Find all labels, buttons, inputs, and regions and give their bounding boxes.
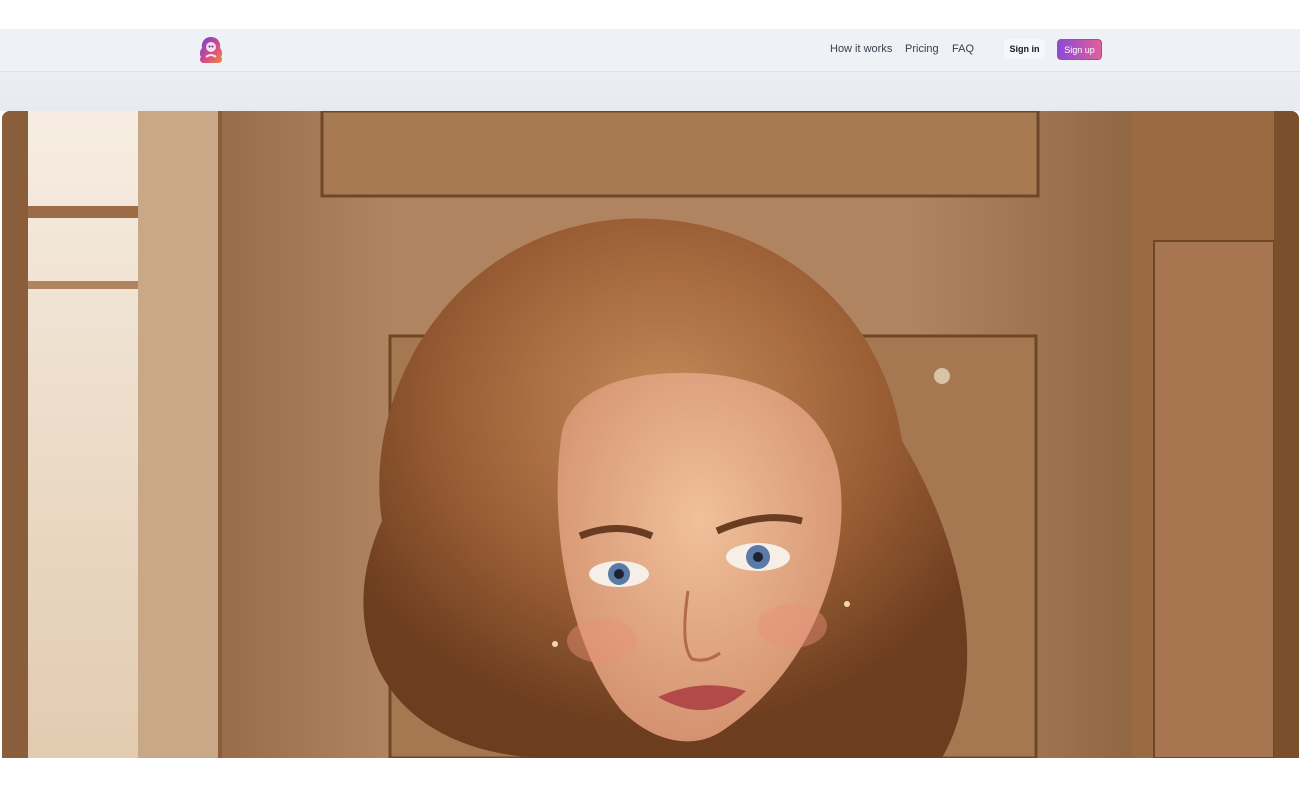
sign-in-button[interactable]: Sign in (1004, 39, 1045, 59)
nav-link-how-it-works[interactable]: How it works (830, 43, 892, 55)
nav-link-faq[interactable]: FAQ (952, 43, 974, 55)
sign-up-button[interactable]: Sign up (1057, 39, 1102, 60)
top-navbar: How it works Pricing FAQ Sign in Sign up (0, 29, 1300, 72)
nav-link-pricing[interactable]: Pricing (905, 43, 939, 55)
mascot-logo-icon[interactable] (197, 35, 225, 65)
hero-image (2, 111, 1299, 758)
